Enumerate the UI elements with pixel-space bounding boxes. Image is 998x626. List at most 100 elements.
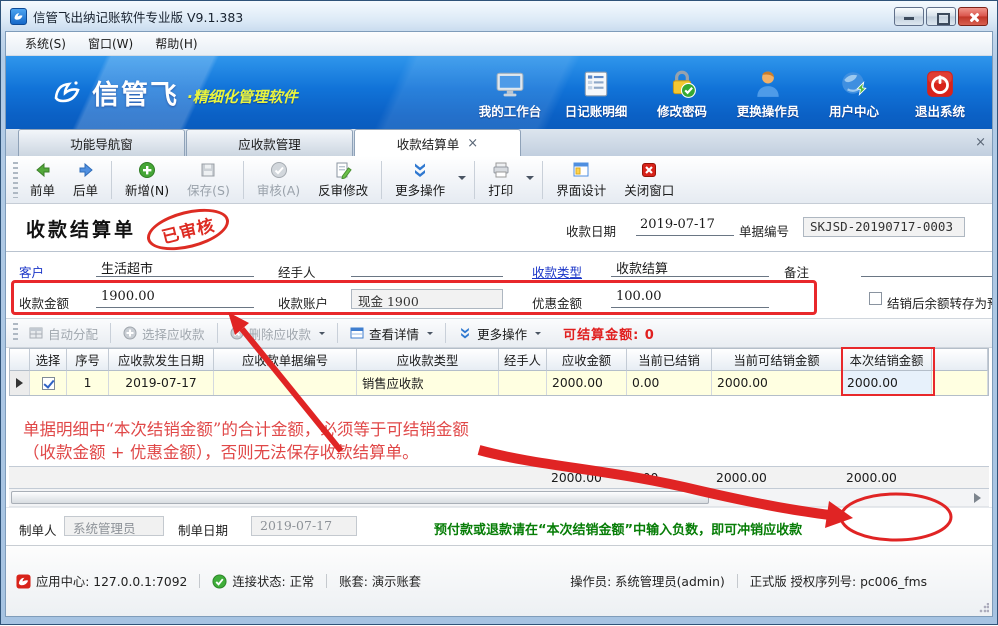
- maximize-button[interactable]: [926, 7, 956, 26]
- menu-help[interactable]: 帮助(H): [144, 32, 208, 55]
- cell-handler: [499, 371, 547, 395]
- delete-receivable-button[interactable]: 删除应收款: [222, 321, 334, 346]
- balance-to-advance-label: 结销后余额转存为预收款: [887, 293, 993, 312]
- ui-design-button[interactable]: 界面设计: [547, 158, 615, 202]
- scrollbar-right-arrow-icon[interactable]: [974, 493, 986, 503]
- more-actions-button[interactable]: 更多操作: [386, 158, 454, 202]
- status-separator: [737, 574, 738, 588]
- view-details-button[interactable]: 查看详情: [342, 321, 441, 346]
- statusbar: 应用中心: 127.0.0.1:7092 连接状态: 正常 账套: 演示账套 操…: [6, 545, 992, 616]
- make-date-label: 制单日期: [178, 520, 228, 539]
- discount-amount-field[interactable]: 100.00: [611, 289, 769, 308]
- customer-field[interactable]: 生活超市: [96, 258, 254, 277]
- layout-window-icon: [572, 161, 590, 179]
- switch-operator-button[interactable]: 更换操作员: [728, 66, 808, 120]
- menubar: 系统(S) 窗口(W) 帮助(H): [6, 32, 992, 56]
- col-this-settle: 本次结销金额: [842, 349, 932, 371]
- more-actions-caret-icon[interactable]: [458, 176, 466, 184]
- table-header-row: 选择 序号 应收款发生日期 应收款单据编号 应收款类型 经手人 应收金额 当前已…: [10, 349, 988, 371]
- tab-receipt-settlement[interactable]: 收款结算单 ×: [354, 129, 521, 156]
- detail-more-caret-icon[interactable]: [535, 332, 541, 338]
- doc-no-field: SKJSD-20190717-0003: [803, 217, 965, 237]
- cell-filler: [932, 371, 988, 395]
- password-lock-icon: [667, 69, 697, 99]
- table-empty-area: [6, 396, 992, 466]
- menu-system[interactable]: 系统(S): [14, 32, 77, 55]
- receipt-account-field[interactable]: 现金 1900: [351, 289, 503, 309]
- receipt-amount-field[interactable]: 1900.00: [96, 289, 254, 308]
- balance-to-advance-checkbox[interactable]: [869, 292, 882, 305]
- status-separator: [326, 574, 327, 588]
- journal-detail-button[interactable]: 日记账明细: [556, 66, 636, 120]
- tabbar-close-icon[interactable]: ×: [975, 135, 986, 150]
- cell-select[interactable]: [30, 371, 67, 395]
- receipt-date-field[interactable]: 2019-07-17: [636, 217, 734, 236]
- detail-more-actions-button[interactable]: 更多操作: [450, 321, 549, 346]
- exit-system-button[interactable]: 退出系统: [900, 66, 980, 120]
- app-window: 信管飞出纳记账软件专业版 V9.1.383 系统(S) 窗口(W) 帮助(H) …: [0, 0, 998, 625]
- brand-slogan: ·精细化管理软件: [187, 86, 298, 107]
- make-date-field: 2019-07-17: [251, 516, 357, 536]
- user-center-label: 用户中心: [829, 101, 879, 120]
- double-chevron-down-icon: [458, 326, 472, 340]
- tab-close-icon[interactable]: ×: [467, 136, 478, 151]
- row-checkbox[interactable]: [42, 377, 55, 390]
- arrow-right-icon: [77, 161, 95, 179]
- close-window-button[interactable]: 关闭窗口: [615, 158, 683, 202]
- audit-button[interactable]: 审核(A): [248, 158, 309, 202]
- settleable-amount-text: 可结算金额: 0: [563, 324, 655, 343]
- save-button[interactable]: 保存(S): [178, 158, 239, 202]
- toolbar-separator: [474, 161, 475, 199]
- unaudit-edit-button[interactable]: 反审修改: [309, 158, 377, 202]
- banner-actions: 我的工作台 日记账明细: [470, 66, 980, 120]
- journal-detail-label: 日记账明细: [565, 101, 628, 120]
- customer-label[interactable]: 客户: [19, 262, 44, 281]
- tab-receivable-mgmt[interactable]: 应收款管理: [186, 129, 353, 156]
- cell-this-settle[interactable]: 2000.00: [842, 371, 932, 395]
- view-details-caret-icon[interactable]: [427, 332, 433, 338]
- col-type: 应收款类型: [357, 349, 499, 371]
- cell-type: 销售应收款: [357, 371, 499, 395]
- titlebar: 信管飞出纳记账软件专业版 V9.1.383: [2, 2, 996, 31]
- table-row[interactable]: 1 2019-07-17 销售应收款 2000.00 0.00 2000.00 …: [10, 371, 988, 395]
- receipt-type-field[interactable]: 收款结算: [611, 258, 769, 277]
- prev-doc-button[interactable]: 前单: [21, 158, 64, 202]
- add-new-button[interactable]: 新增(N): [116, 158, 178, 202]
- print-caret-icon[interactable]: [526, 176, 534, 184]
- change-password-button[interactable]: 修改密码: [642, 66, 722, 120]
- remark-field[interactable]: [861, 258, 993, 277]
- detail-toolbar-grip: [13, 323, 18, 343]
- switch-user-icon: [753, 69, 783, 99]
- workbench-button[interactable]: 我的工作台: [470, 66, 550, 120]
- form-fields: 客户 生活超市 经手人 收款类型 收款结算 备注 收款金额 1900.00 收款…: [6, 252, 992, 318]
- x-circle-gray-icon: [230, 326, 244, 340]
- user-center-button[interactable]: 用户中心: [814, 66, 894, 120]
- user-center-globe-icon: [839, 69, 869, 99]
- close-button[interactable]: [958, 7, 988, 26]
- resize-grip[interactable]: [979, 603, 989, 613]
- view-details-table-icon: [350, 326, 364, 340]
- detail-toolbar: 自动分配 选择应收款 删除应收款 查看详情 更多操作: [6, 318, 992, 348]
- toolbar-separator: [381, 161, 382, 199]
- tab-function-nav[interactable]: 功能导航窗: [18, 129, 185, 156]
- minimize-button[interactable]: [894, 7, 924, 26]
- negative-amount-tip: 预付款或退款请在“本次结销金额”中输入负数，即可冲销应收款: [434, 519, 802, 538]
- receipt-type-label[interactable]: 收款类型: [532, 262, 582, 281]
- menu-window[interactable]: 窗口(W): [77, 32, 144, 55]
- print-button[interactable]: 打印: [479, 158, 522, 202]
- select-receivable-button[interactable]: 选择应收款: [115, 321, 213, 346]
- detail-separator: [445, 323, 446, 343]
- handler-field[interactable]: [351, 258, 503, 277]
- next-doc-button[interactable]: 后单: [64, 158, 107, 202]
- col-settled: 当前已结销: [627, 349, 712, 371]
- app-logo-icon: [10, 8, 27, 25]
- scrollbar-thumb[interactable]: [11, 491, 709, 504]
- plus-circle-icon: [138, 161, 156, 179]
- receipt-amount-label: 收款金额: [19, 293, 69, 312]
- document-title: 收款结算单: [26, 215, 136, 242]
- auto-assign-button[interactable]: 自动分配: [21, 321, 106, 346]
- arrow-left-icon: [34, 161, 52, 179]
- journal-list-icon: [581, 69, 611, 99]
- cell-date: 2019-07-17: [109, 371, 214, 395]
- horizontal-scrollbar[interactable]: [9, 489, 989, 507]
